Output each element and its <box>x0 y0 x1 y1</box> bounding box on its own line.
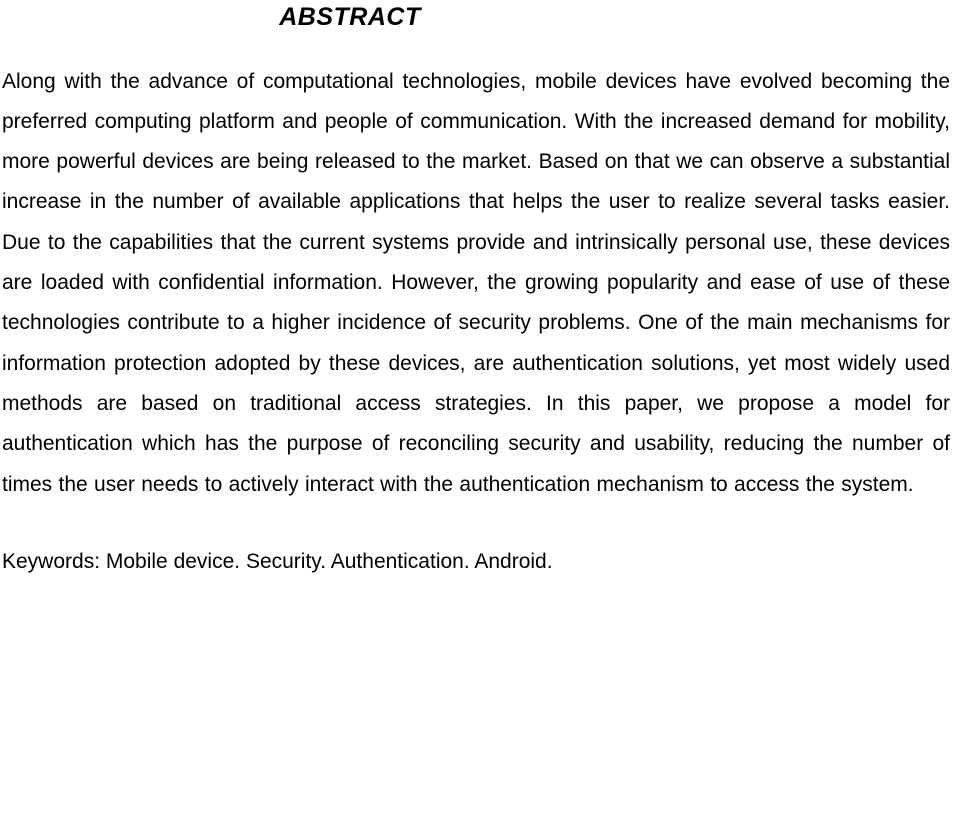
document-page: ABSTRACT Along with the advance of compu… <box>0 0 960 814</box>
abstract-paragraph: Along with the advance of computational … <box>2 69 950 496</box>
page-title: ABSTRACT <box>279 3 421 31</box>
keywords-line: Keywords: Mobile device. Security. Authe… <box>2 549 553 573</box>
